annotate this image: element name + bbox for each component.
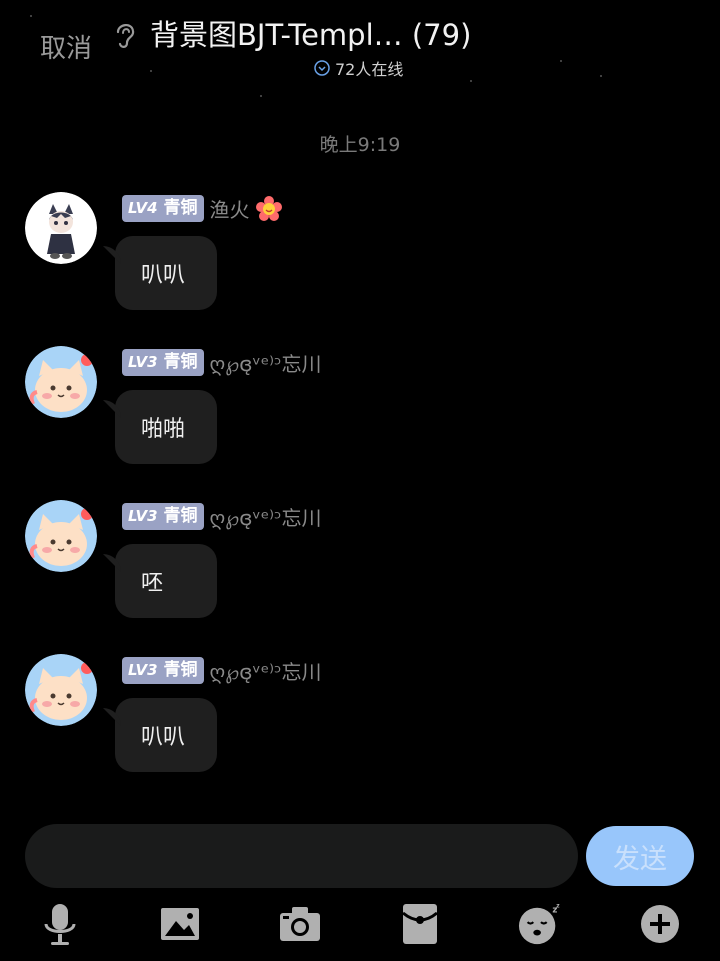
cancel-button[interactable]: 取消 xyxy=(40,28,92,65)
chat-header: 取消 背景图BJT-Templ… (79) 72人在线 xyxy=(0,0,720,90)
timestamp: 晚上9:19 xyxy=(319,134,401,156)
chevron-down-icon xyxy=(314,60,330,76)
message-meta: LV4 青铜 渔火 xyxy=(122,194,282,223)
level-text: LV4 xyxy=(128,199,158,217)
level-badge: LV3 青铜 xyxy=(122,349,204,376)
image-icon[interactable] xyxy=(158,900,202,948)
message-item: LV4 青铜 渔火 叭叭 xyxy=(0,192,720,332)
avatar[interactable] xyxy=(25,500,97,572)
sender-name[interactable]: ღ℘ɞ̨ᵛᵉ⁾ᵓ忘川 xyxy=(210,502,322,531)
flower-icon xyxy=(255,195,282,221)
message-item: LV3 青铜 ღ℘ɞ̨ᵛᵉ⁾ᵓ忘川 呸 xyxy=(0,500,720,640)
star xyxy=(260,95,262,97)
avatar[interactable] xyxy=(25,654,97,726)
rank-text: 青铜 xyxy=(163,198,198,218)
message-meta: LV3 青铜 ღ℘ɞ̨ᵛᵉ⁾ᵓ忘川 xyxy=(122,348,322,377)
level-badge: LV3 青铜 xyxy=(122,657,204,684)
plus-icon[interactable] xyxy=(638,900,682,948)
microphone-icon[interactable] xyxy=(38,900,82,948)
level-text: LV3 xyxy=(128,661,158,679)
message-item: LV3 青铜 ღ℘ɞ̨ᵛᵉ⁾ᵓ忘川 啪啪 xyxy=(0,346,720,486)
online-indicator[interactable]: 72人在线 xyxy=(314,56,403,80)
message-meta: LV3 青铜 ღ℘ɞ̨ᵛᵉ⁾ᵓ忘川 xyxy=(122,656,322,685)
message-meta: LV3 青铜 ღ℘ɞ̨ᵛᵉ⁾ᵓ忘川 xyxy=(122,502,322,531)
camera-icon[interactable] xyxy=(278,900,322,948)
message-item: LV3 青铜 ღ℘ɞ̨ᵛᵉ⁾ᵓ忘川 叭叭 xyxy=(0,654,720,794)
level-badge: LV4 青铜 xyxy=(122,195,204,222)
sender-name[interactable]: 渔火 xyxy=(210,194,250,223)
message-bubble[interactable]: 叭叭 xyxy=(115,698,217,772)
level-badge: LV3 青铜 xyxy=(122,503,204,530)
ear-icon[interactable] xyxy=(112,18,138,50)
level-text: LV3 xyxy=(128,353,158,371)
message-input[interactable] xyxy=(25,824,578,888)
emoji-icon[interactable]: z z xyxy=(518,900,562,948)
message-bubble[interactable]: 呸 xyxy=(115,544,217,618)
sender-name[interactable]: ღ℘ɞ̨ᵛᵉ⁾ᵓ忘川 xyxy=(210,348,322,377)
rank-text: 青铜 xyxy=(163,506,198,526)
chat-title[interactable]: 背景图BJT-Templ… (79) xyxy=(150,12,471,54)
send-button[interactable]: 发送 xyxy=(586,826,694,886)
message-bubble[interactable]: 啪啪 xyxy=(115,390,217,464)
rank-text: 青铜 xyxy=(163,660,198,680)
rank-text: 青铜 xyxy=(163,352,198,372)
red-packet-icon[interactable] xyxy=(398,900,442,948)
online-count: 72人在线 xyxy=(335,60,404,79)
svg-text:z: z xyxy=(556,904,560,910)
input-toolbar: z z xyxy=(0,900,720,952)
avatar[interactable] xyxy=(25,192,97,264)
sender-name[interactable]: ღ℘ɞ̨ᵛᵉ⁾ᵓ忘川 xyxy=(210,656,322,685)
level-text: LV3 xyxy=(128,507,158,525)
message-bubble[interactable]: 叭叭 xyxy=(115,236,217,310)
avatar[interactable] xyxy=(25,346,97,418)
